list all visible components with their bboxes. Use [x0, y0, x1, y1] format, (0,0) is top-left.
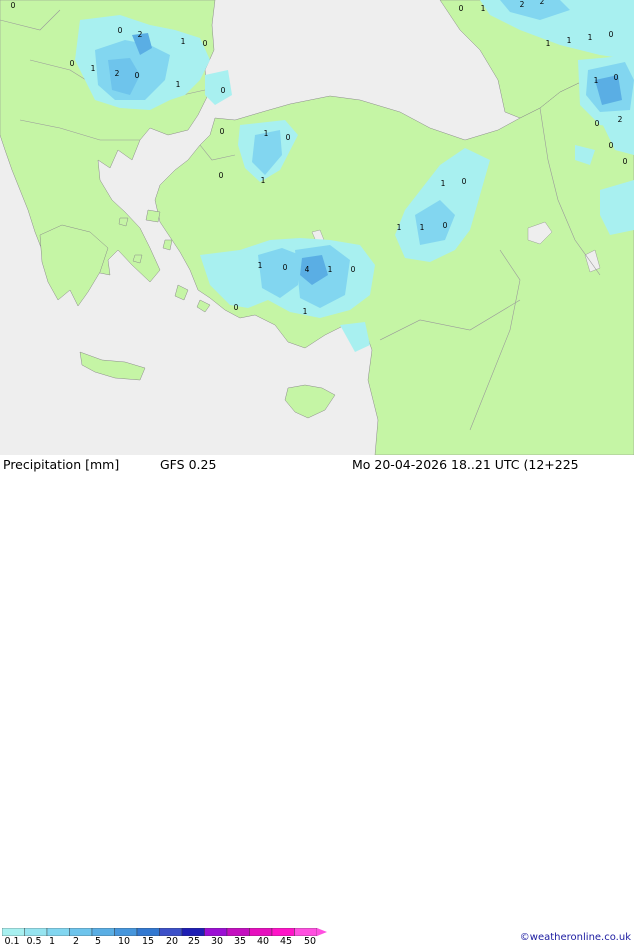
legend-tick-label: 20 — [165, 936, 179, 947]
legend-swatch — [46, 928, 70, 936]
precip-value-label: 1 — [176, 80, 181, 89]
precip-value-label: 0 — [443, 221, 448, 230]
legend-swatch — [204, 928, 228, 936]
legend-colorbar — [2, 928, 327, 936]
legend-tick-label: 0.1 — [4, 936, 20, 947]
precip-value-label: 1 — [588, 33, 593, 42]
legend-swatch — [249, 928, 273, 936]
precip-value-label: 1 — [261, 176, 266, 185]
legend-tick-label: 0.5 — [26, 936, 42, 947]
precip-value-label: 0 — [221, 86, 226, 95]
precip-value-label: 1 — [397, 223, 402, 232]
legend-tick-label: 1 — [48, 936, 56, 947]
legend-tick-label: 40 — [256, 936, 270, 947]
precip-value-label: 1 — [258, 261, 263, 270]
precip-value-label: 0 — [462, 177, 467, 186]
precip-value-label: 1 — [546, 39, 551, 48]
precip-value-label: 0 — [234, 303, 239, 312]
legend-tick-label: 2 — [72, 936, 80, 947]
legend-swatch — [159, 928, 183, 936]
legend-swatch — [24, 928, 48, 936]
precip-value-label: 0 — [118, 26, 123, 35]
legend-tick-label: 30 — [210, 936, 224, 947]
legend-tick-label: 50 — [303, 936, 317, 947]
precip-value-label: 1 — [441, 179, 446, 188]
precip-value-label: 0 — [609, 30, 614, 39]
precipitation-map: 0210012010022101110102000010101011010410… — [0, 0, 634, 456]
precip-value-label: 1 — [91, 64, 96, 73]
precip-value-label: 0 — [286, 133, 291, 142]
legend-tick-label: 25 — [187, 936, 201, 947]
precip-value-label: 0 — [283, 263, 288, 272]
precip-value-label: 0 — [11, 1, 16, 10]
precip-value-label: 4 — [305, 265, 310, 274]
precip-value-label: 1 — [328, 265, 333, 274]
product-label: Precipitation [mm] — [3, 457, 120, 472]
legend-tick-label: 5 — [94, 936, 102, 947]
precip-value-label: 2 — [540, 0, 545, 6]
legend-tick-label: 45 — [279, 936, 293, 947]
legend-arrow — [317, 928, 327, 936]
precip-value-label: 1 — [181, 37, 186, 46]
legend-tick-label: 35 — [233, 936, 247, 947]
precip-value-label: 1 — [481, 4, 486, 13]
legend-swatch — [294, 928, 318, 936]
legend-swatch — [271, 928, 295, 936]
precip-value-label: 0 — [609, 141, 614, 150]
precip-value-label: 0 — [623, 157, 628, 166]
credit-link[interactable]: ©weatheronline.co.uk — [520, 932, 631, 943]
legend-swatch — [226, 928, 250, 936]
footer-bar: Precipitation [mm] GFS 0.25 Mo 20-04-202… — [0, 455, 634, 947]
precip-value-label: 0 — [135, 71, 140, 80]
precip-value-label: 1 — [303, 307, 308, 316]
legend-swatch — [181, 928, 205, 936]
precip-value-label: 0 — [203, 39, 208, 48]
legend-swatch — [69, 928, 93, 936]
precip-value-label: 1 — [567, 36, 572, 45]
precip-value-label: 0 — [614, 73, 619, 82]
legend-swatch — [2, 928, 25, 936]
precip-value-label: 1 — [264, 129, 269, 138]
precip-value-label: 2 — [520, 0, 525, 9]
legend-tick-label: 10 — [117, 936, 131, 947]
precip-value-label: 1 — [420, 223, 425, 232]
legend-swatch — [91, 928, 115, 936]
precip-value-label: 0 — [351, 265, 356, 274]
precip-value-label: 2 — [138, 30, 143, 39]
precip-value-label: 2 — [618, 115, 623, 124]
legend-tick-label: 15 — [141, 936, 155, 947]
legend-swatch — [136, 928, 160, 936]
precip-value-label: 0 — [459, 4, 464, 13]
model-label: GFS 0.25 — [160, 457, 217, 472]
precip-value-label: 0 — [219, 171, 224, 180]
precip-value-label: 1 — [594, 76, 599, 85]
precip-value-label: 2 — [115, 69, 120, 78]
precip-value-label: 0 — [220, 127, 225, 136]
precip-value-label: 0 — [70, 59, 75, 68]
precip-value-label: 0 — [595, 119, 600, 128]
legend-swatch — [114, 928, 138, 936]
valid-time: Mo 20-04-2026 18..21 UTC (12+225 — [352, 457, 579, 472]
